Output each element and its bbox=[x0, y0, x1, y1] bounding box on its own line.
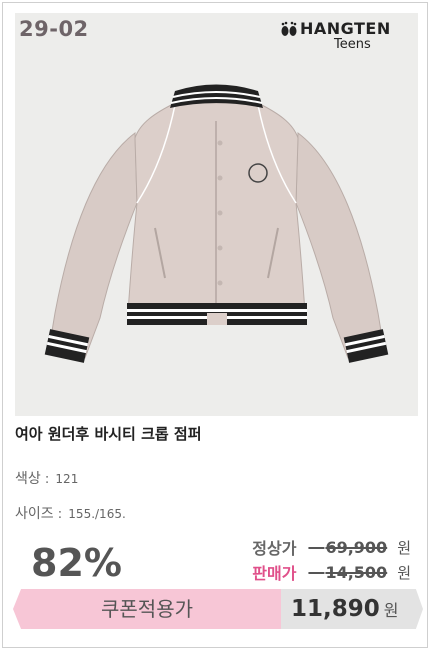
color-label: 색상 bbox=[15, 471, 41, 487]
jacket-image bbox=[44, 84, 389, 363]
regular-price-row: 정상가 69,900 원 bbox=[252, 535, 411, 559]
product-name[interactable]: 여아 원더후 바시티 크롭 점퍼 bbox=[15, 423, 202, 444]
feet-icon bbox=[281, 21, 297, 36]
currency-unit: 원 bbox=[383, 601, 399, 620]
color-row: 색상 : 121 bbox=[15, 471, 79, 487]
brand-line: Teens bbox=[334, 37, 371, 52]
product-code: 29-02 bbox=[19, 17, 89, 41]
regular-price-label: 정상가 bbox=[252, 539, 297, 558]
size-row: 사이즈 : 155./165. bbox=[15, 506, 126, 522]
coupon-price-value: 11,890 bbox=[291, 596, 380, 622]
regular-price: 69,900 bbox=[308, 538, 387, 557]
sale-price-row: 판매가 14,500 원 bbox=[252, 560, 411, 584]
size-label: 사이즈 bbox=[15, 506, 54, 522]
product-card[interactable]: 29-02 HANGTEN Teens 여아 원더후 바시티 크롭 점퍼 색상 … bbox=[2, 2, 428, 648]
brand-logo: HANGTEN Teens bbox=[280, 19, 410, 55]
product-image[interactable]: 29-02 HANGTEN Teens bbox=[15, 13, 418, 416]
color-value: 121 bbox=[55, 472, 79, 486]
coupon-price-bar[interactable]: 쿠폰적용가 11,890 원 bbox=[13, 589, 423, 629]
coupon-price: 11,890 원 bbox=[291, 589, 399, 629]
size-value: 155./165. bbox=[68, 507, 126, 521]
discount-rate: 82% bbox=[31, 541, 122, 585]
sale-price-label: 판매가 bbox=[252, 564, 297, 583]
coupon-label: 쿠폰적용가 bbox=[101, 597, 193, 621]
currency-unit: 원 bbox=[397, 538, 411, 557]
sale-price: 14,500 bbox=[308, 563, 387, 582]
brand-name: HANGTEN bbox=[300, 19, 391, 38]
currency-unit: 원 bbox=[397, 563, 411, 582]
